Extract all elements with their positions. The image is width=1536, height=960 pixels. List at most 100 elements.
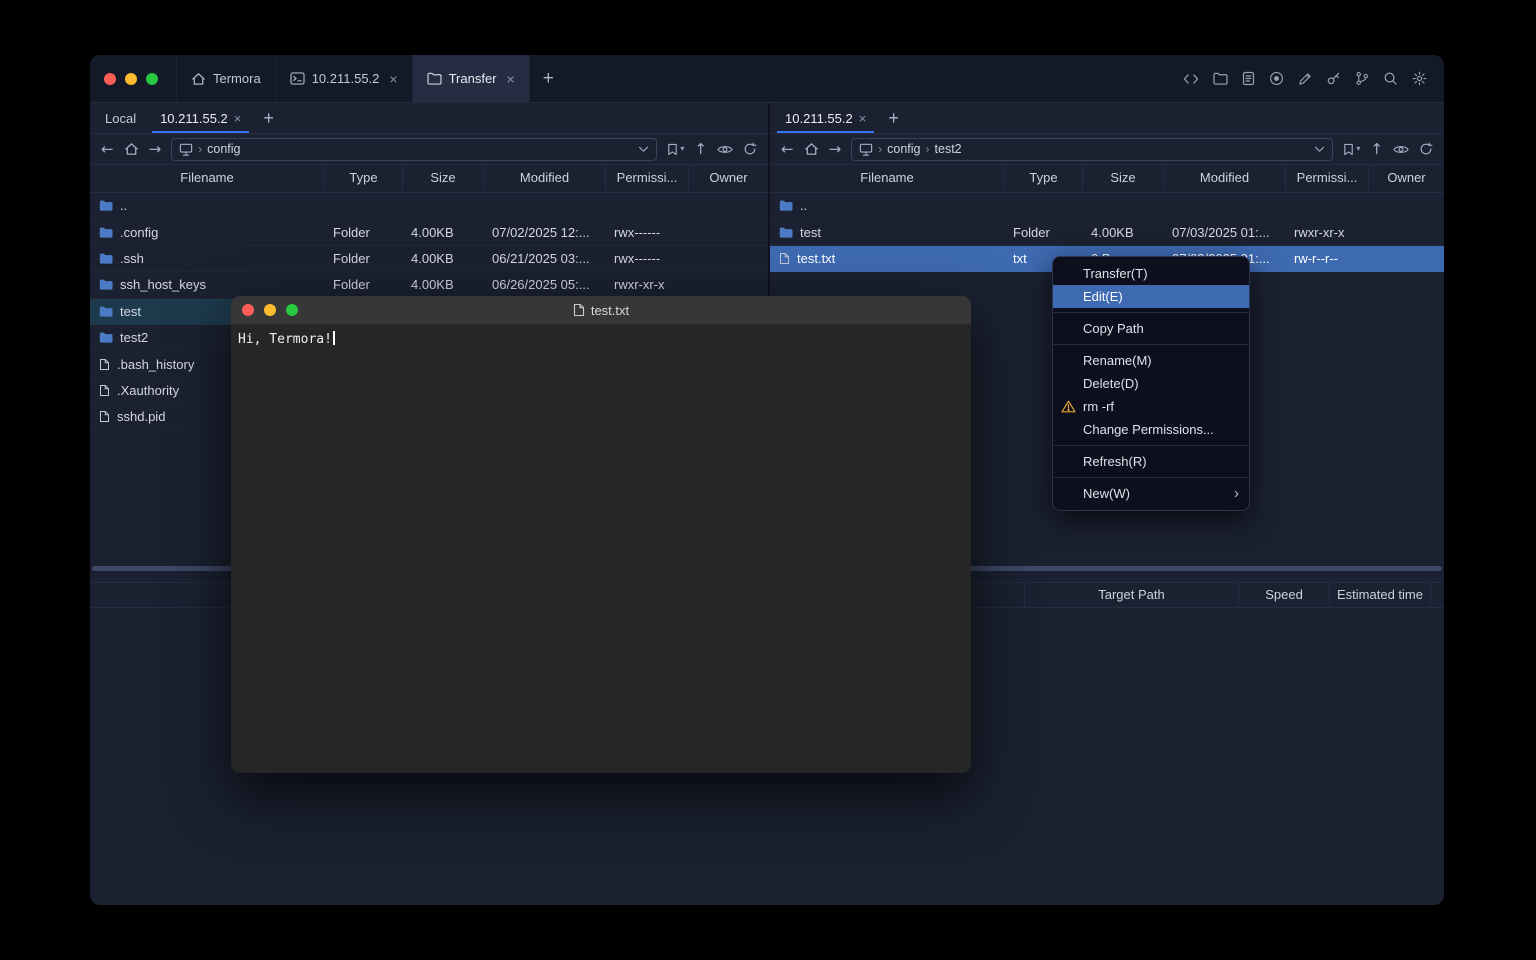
left-file-row-ssh-host-keys[interactable]: ssh_host_keysFolder4.00KB06/26/2025 05:.… bbox=[90, 272, 768, 298]
size-cell: 4.00KB bbox=[403, 225, 484, 240]
left-column-header-size[interactable]: Size bbox=[403, 165, 484, 191]
app-tab-label: 10.211.55.2 bbox=[312, 71, 380, 86]
breadcrumb-segment-config[interactable]: config bbox=[207, 142, 240, 156]
app-tab-10-211-55-2[interactable]: 10.211.55.2 × bbox=[276, 55, 413, 102]
search-icon[interactable] bbox=[1383, 71, 1398, 86]
menu-item-new-w[interactable]: New(W)› bbox=[1053, 482, 1249, 505]
close-tab-icon[interactable]: × bbox=[389, 71, 397, 87]
warning-icon bbox=[1061, 400, 1083, 413]
left-file-row-config[interactable]: .configFolder4.00KB07/02/2025 12:...rwx-… bbox=[90, 219, 768, 245]
minimize-window-button[interactable] bbox=[125, 73, 137, 85]
left-forward-button[interactable]: → bbox=[149, 142, 162, 157]
chevron-down-icon[interactable] bbox=[638, 146, 649, 153]
editor-zoom-button[interactable] bbox=[286, 304, 298, 316]
right-show-hidden-button[interactable] bbox=[1393, 144, 1409, 155]
close-window-button[interactable] bbox=[104, 73, 116, 85]
titlebar[interactable]: Termora10.211.55.2×Transfer× + bbox=[90, 55, 1444, 103]
right-pane-tab-10-211-55-2[interactable]: 10.211.55.2× bbox=[773, 103, 878, 133]
left-back-button[interactable]: ← bbox=[101, 142, 114, 157]
branch-icon[interactable] bbox=[1355, 71, 1369, 86]
zoom-window-button[interactable] bbox=[146, 73, 158, 85]
right-column-header-size[interactable]: Size bbox=[1083, 165, 1164, 191]
left-bookmark-button[interactable]: ▾ bbox=[667, 143, 684, 156]
right-file-row-item[interactable]: .. bbox=[770, 193, 1444, 219]
left-refresh-button[interactable] bbox=[743, 142, 757, 156]
editor-minimize-button[interactable] bbox=[264, 304, 276, 316]
editor-window-controls bbox=[231, 304, 298, 316]
gear-icon[interactable] bbox=[1412, 71, 1427, 86]
left-file-row-ssh[interactable]: .sshFolder4.00KB06/21/2025 03:...rwx----… bbox=[90, 246, 768, 272]
app-tab-transfer[interactable]: Transfer× bbox=[413, 55, 530, 102]
file-text-icon[interactable] bbox=[1242, 71, 1255, 86]
filename-text: test bbox=[800, 225, 821, 240]
modified-cell: 07/02/2025 12:... bbox=[484, 225, 606, 240]
menu-item-label: New(W) bbox=[1083, 486, 1234, 501]
left-new-pane-tab-button[interactable]: + bbox=[253, 103, 284, 133]
close-tab-icon[interactable]: × bbox=[507, 71, 515, 87]
right-bookmark-button[interactable]: ▾ bbox=[1343, 143, 1360, 156]
right-column-header-modified[interactable]: Modified bbox=[1164, 165, 1286, 191]
menu-item-copy-path[interactable]: Copy Path bbox=[1053, 317, 1249, 340]
folder-icon[interactable] bbox=[1213, 72, 1228, 85]
menu-item-transfer-t[interactable]: Transfer(T) bbox=[1053, 262, 1249, 285]
left-file-row-item[interactable]: .. bbox=[90, 193, 768, 219]
permissions-cell: rwxr-xr-x bbox=[1286, 225, 1369, 240]
close-tab-icon[interactable]: × bbox=[234, 111, 242, 126]
menu-item-change-permissions[interactable]: Change Permissions... bbox=[1053, 418, 1249, 441]
right-path-bar[interactable]: ›config›test2 bbox=[851, 138, 1333, 161]
left-column-header-filename[interactable]: Filename bbox=[90, 165, 325, 191]
right-home-button[interactable] bbox=[804, 142, 819, 156]
left-column-header-modified[interactable]: Modified bbox=[484, 165, 606, 191]
menu-item-rm-rf[interactable]: rm -rf bbox=[1053, 395, 1249, 418]
right-column-header-filename[interactable]: Filename bbox=[770, 165, 1005, 191]
right-back-button[interactable]: ← bbox=[781, 142, 794, 157]
left-column-header-permissi[interactable]: Permissi... bbox=[606, 165, 689, 191]
folder-icon bbox=[427, 72, 442, 85]
right-refresh-button[interactable] bbox=[1419, 142, 1433, 156]
pencil-icon[interactable] bbox=[1298, 72, 1312, 86]
right-new-pane-tab-button[interactable]: + bbox=[878, 103, 909, 133]
left-home-button[interactable] bbox=[124, 142, 139, 156]
left-up-directory-button[interactable]: ↑ bbox=[694, 142, 707, 157]
menu-item-label: Delete(D) bbox=[1083, 376, 1239, 391]
left-show-hidden-button[interactable] bbox=[717, 144, 733, 155]
close-tab-icon[interactable]: × bbox=[859, 111, 867, 126]
app-tab-termora[interactable]: Termora bbox=[176, 55, 276, 102]
window-controls bbox=[104, 55, 176, 102]
breadcrumb-segment-test2[interactable]: test2 bbox=[935, 142, 962, 156]
menu-item-delete-d[interactable]: Delete(D) bbox=[1053, 372, 1249, 395]
editor-content[interactable]: Hi, Termora! bbox=[231, 325, 971, 353]
editor-close-button[interactable] bbox=[242, 304, 254, 316]
filename-text: .. bbox=[800, 198, 807, 213]
chevron-down-icon[interactable] bbox=[1314, 146, 1325, 153]
left-column-header-type[interactable]: Type bbox=[325, 165, 403, 191]
filename-cell: test bbox=[770, 225, 1005, 240]
menu-item-refresh-r[interactable]: Refresh(R) bbox=[1053, 450, 1249, 473]
left-column-header-owner[interactable]: Owner bbox=[689, 165, 768, 191]
key-icon[interactable] bbox=[1326, 71, 1341, 86]
right-up-directory-button[interactable]: ↑ bbox=[1370, 142, 1383, 157]
right-file-row-test[interactable]: testFolder4.00KB07/03/2025 01:...rwxr-xr… bbox=[770, 219, 1444, 245]
left-path-bar[interactable]: ›config bbox=[171, 138, 657, 161]
menu-item-label: Refresh(R) bbox=[1083, 454, 1239, 469]
record-icon[interactable] bbox=[1269, 71, 1284, 86]
new-app-tab-button[interactable]: + bbox=[530, 55, 567, 102]
file-icon bbox=[779, 252, 790, 265]
code-icon[interactable] bbox=[1183, 72, 1199, 86]
menu-item-rename-m[interactable]: Rename(M) bbox=[1053, 349, 1249, 372]
right-forward-button[interactable]: → bbox=[829, 142, 842, 157]
menu-item-edit-e[interactable]: Edit(E) bbox=[1053, 285, 1249, 308]
permissions-cell: rwx------ bbox=[606, 251, 689, 266]
editor-titlebar[interactable]: test.txt bbox=[231, 296, 971, 325]
file-icon bbox=[99, 358, 110, 371]
right-column-header-type[interactable]: Type bbox=[1005, 165, 1083, 191]
breadcrumb-segment-config[interactable]: config bbox=[887, 142, 920, 156]
transfer-column-estimated-time: Estimated time bbox=[1329, 583, 1430, 607]
filename-text: .config bbox=[120, 225, 158, 240]
desktop-background: Termora10.211.55.2×Transfer× + Local10.2… bbox=[0, 0, 1536, 960]
right-column-header-owner[interactable]: Owner bbox=[1369, 165, 1444, 191]
right-column-header-permissi[interactable]: Permissi... bbox=[1286, 165, 1369, 191]
file-icon bbox=[99, 384, 110, 397]
left-pane-tab-10-211-55-2[interactable]: 10.211.55.2× bbox=[148, 103, 253, 133]
left-pane-tab-local[interactable]: Local bbox=[93, 103, 148, 133]
